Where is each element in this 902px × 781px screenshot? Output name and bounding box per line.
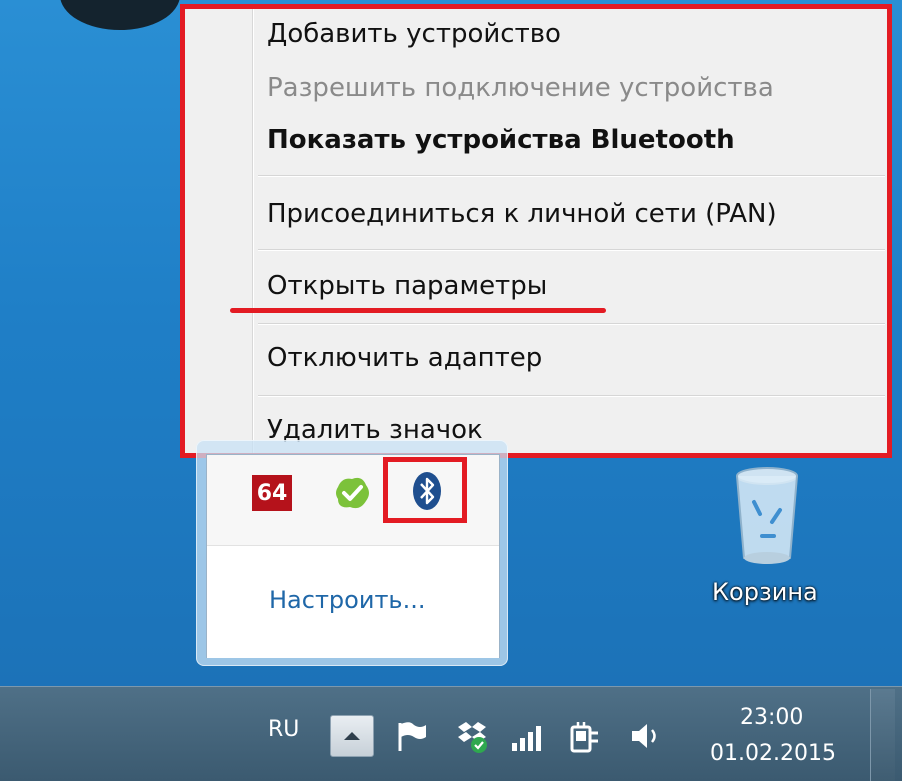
chevron-up-icon [344,732,360,740]
show-desktop-button[interactable] [870,689,895,781]
highlight-underline [230,308,606,313]
menu-separator [258,323,885,324]
tray-overflow-popup: 64 Настроить... [196,440,508,666]
menu-item-allow-connection: Разрешить подключение устройства [267,73,774,103]
language-indicator[interactable]: RU [268,717,299,742]
menu-item-open-settings[interactable]: Открыть параметры [267,271,547,301]
clock-time[interactable]: 23:00 [740,705,803,730]
menu-icon-gutter [252,9,253,453]
desktop-decoration [60,0,180,30]
customize-link[interactable]: Настроить... [269,586,425,614]
bluetooth-icon[interactable] [411,471,443,511]
tray-overflow-panel: 64 Настроить... [206,454,500,658]
show-hidden-icons-button[interactable] [330,715,374,757]
recycle-bin-label: Корзина [712,578,818,606]
menu-item-disable-adapter[interactable]: Отключить адаптер [267,343,542,373]
app-64-icon[interactable]: 64 [252,475,292,511]
green-check-icon[interactable] [332,473,372,513]
menu-separator [258,395,885,396]
menu-item-add-device[interactable]: Добавить устройство [267,19,561,49]
menu-item-show-bluetooth-devices[interactable]: Показать устройства Bluetooth [267,125,735,155]
flag-icon[interactable] [394,719,430,753]
menu-separator [258,249,885,250]
recycle-bin-icon[interactable] [722,462,812,572]
menu-separator [258,175,885,176]
tray-overflow-icons: 64 [207,455,499,545]
bluetooth-context-menu: Добавить устройство Разрешить подключени… [180,4,892,458]
signal-bars-icon[interactable] [508,719,548,753]
taskbar: RU 23:00 01.02.2015 [0,686,902,781]
menu-item-join-pan[interactable]: Присоединиться к личной сети (PAN) [267,199,777,229]
clock-date[interactable]: 01.02.2015 [710,741,836,766]
tray-overflow-footer: Настроить... [207,545,499,658]
speaker-icon[interactable] [628,719,664,753]
dropbox-sync-icon[interactable] [452,719,492,755]
power-plug-icon[interactable] [566,719,602,755]
